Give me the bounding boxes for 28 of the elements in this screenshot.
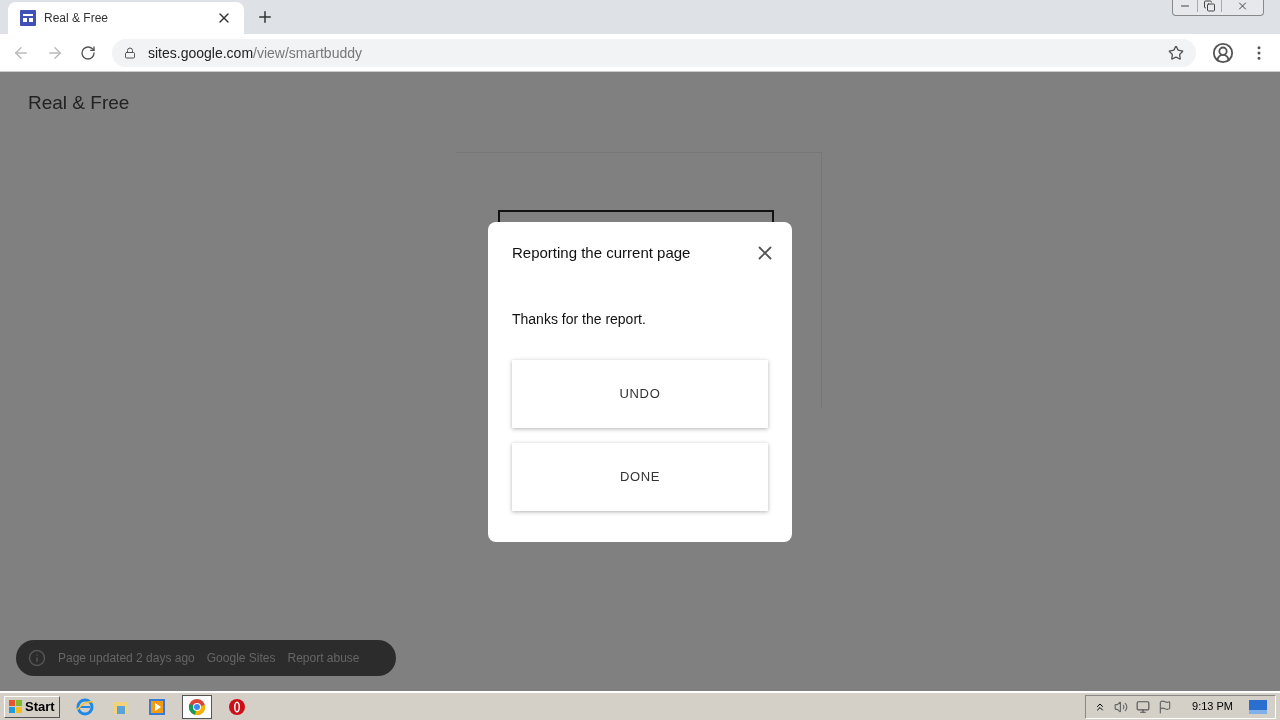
clock: 9:13 PM [1192, 699, 1233, 715]
start-button[interactable]: Start [4, 695, 60, 718]
opera-icon [227, 697, 246, 716]
tab-title: Real & Free [44, 10, 110, 26]
show-desktop-icon[interactable] [1249, 699, 1267, 714]
site-title: Real & Free [28, 91, 130, 115]
lock-icon [124, 46, 136, 59]
chrome-icon [187, 697, 206, 716]
url-text: sites.google.com/view/smartbuddy [148, 43, 363, 63]
footer-text: Page updated 2 days ago [58, 650, 195, 667]
windows-logo-icon [9, 699, 23, 714]
dialog-button[interactable]: DONE [512, 442, 768, 511]
browser-e-icon [75, 697, 94, 716]
profile-icon[interactable] [1212, 41, 1234, 64]
play-icon [147, 697, 166, 716]
site-icon [20, 10, 36, 26]
dialog-message: Thanks for the report. [512, 309, 647, 329]
taskbar-app[interactable] [181, 694, 212, 719]
speaker-icon[interactable] [1114, 699, 1129, 714]
browser-tab[interactable]: Real & Free [8, 2, 244, 34]
reload-icon[interactable] [80, 44, 96, 61]
network-icon[interactable] [1136, 699, 1151, 714]
new-tab-icon[interactable] [256, 8, 274, 26]
flag-icon[interactable] [1158, 699, 1173, 714]
dialog-title: Reporting the current page [512, 243, 691, 263]
dialog-button[interactable]: UNDO [512, 359, 768, 428]
address-bar[interactable]: sites.google.com/view/smartbuddy [112, 38, 1196, 67]
bookmark-star-icon[interactable] [1168, 44, 1184, 61]
